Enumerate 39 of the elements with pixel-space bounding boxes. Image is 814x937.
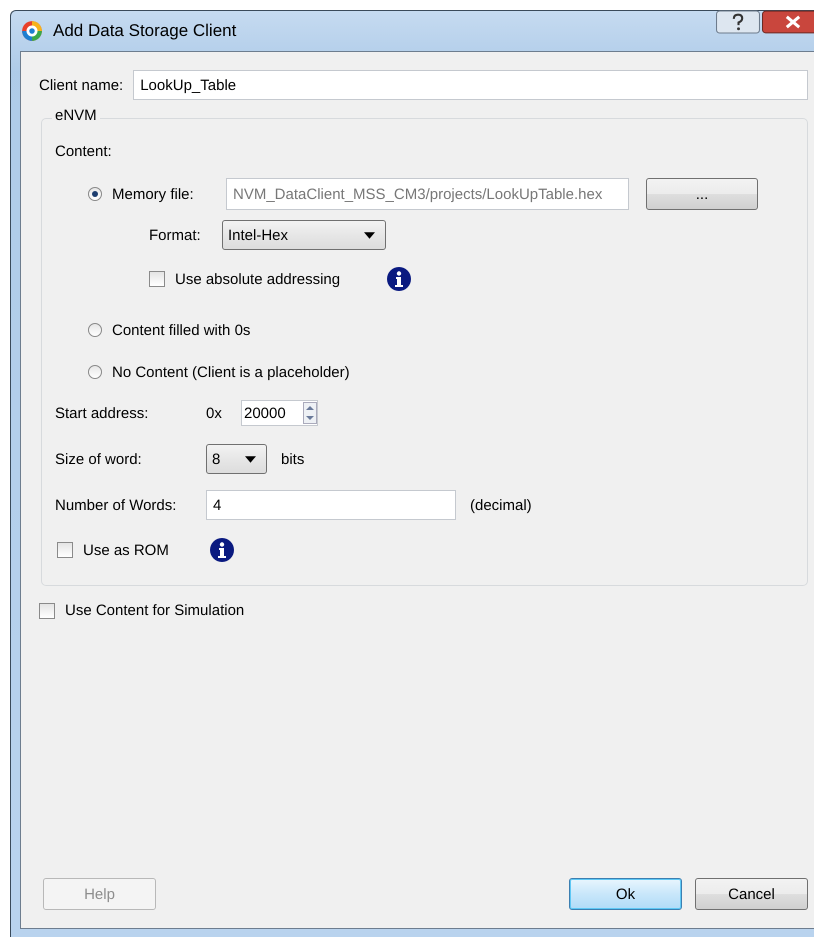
number-of-words-label: Number of Words:: [55, 496, 178, 514]
help-icon[interactable]: [716, 10, 760, 34]
radio-label: No Content (Client is a placeholder): [112, 364, 350, 380]
simulation-label: Use Content for Simulation: [65, 602, 244, 619]
browse-button[interactable]: ...: [646, 178, 758, 210]
caret-icon: [245, 456, 256, 462]
info-icon[interactable]: [209, 537, 235, 563]
checkbox[interactable]: [57, 542, 73, 558]
app-logo-icon: [21, 20, 43, 42]
word-size-label: Size of word:: [55, 450, 143, 468]
format-dropdown[interactable]: Intel-Hex: [222, 220, 386, 250]
start-address-spinbox[interactable]: 20000: [241, 400, 318, 426]
dialog-button[interactable]: Cancel: [695, 878, 808, 910]
radio-button[interactable]: [88, 187, 102, 201]
decimal-note: (decimal): [470, 496, 532, 514]
dialog-button[interactable]: Ok: [569, 878, 682, 910]
radio-button[interactable]: [88, 323, 102, 337]
format-label: Format:: [149, 226, 202, 244]
spin-arrows-icon[interactable]: [303, 402, 317, 424]
memory-file-field[interactable]: NVM_DataClient_MSS_CM3/projects/LookUpTable.hex: [226, 178, 629, 210]
window-title: Add Data Storage Client: [53, 21, 236, 41]
close-icon[interactable]: [762, 10, 814, 34]
client-name-label: Client name:: [39, 76, 124, 94]
radio-label: Memory file:: [112, 186, 195, 202]
caret-icon: [364, 232, 375, 238]
hex-prefix: 0x: [206, 404, 223, 422]
number-of-words-field[interactable]: 4: [206, 490, 456, 520]
radio-button[interactable]: [88, 365, 102, 379]
start-address-label: Start address:: [55, 404, 150, 422]
content-label: Content:: [55, 143, 113, 160]
checkbox[interactable]: [149, 271, 165, 287]
info-icon[interactable]: [386, 266, 412, 292]
bits-unit-label: bits: [281, 450, 304, 468]
use-as-rom-label: Use as ROM: [83, 542, 170, 558]
radio-label: Content filled with 0s: [112, 322, 250, 338]
absolute-addressing-label: Use absolute addressing: [175, 270, 340, 288]
checkbox[interactable]: [39, 602, 55, 618]
client-name-field[interactable]: LookUp_Table: [133, 70, 808, 100]
word-size-dropdown[interactable]: 8: [206, 444, 267, 474]
